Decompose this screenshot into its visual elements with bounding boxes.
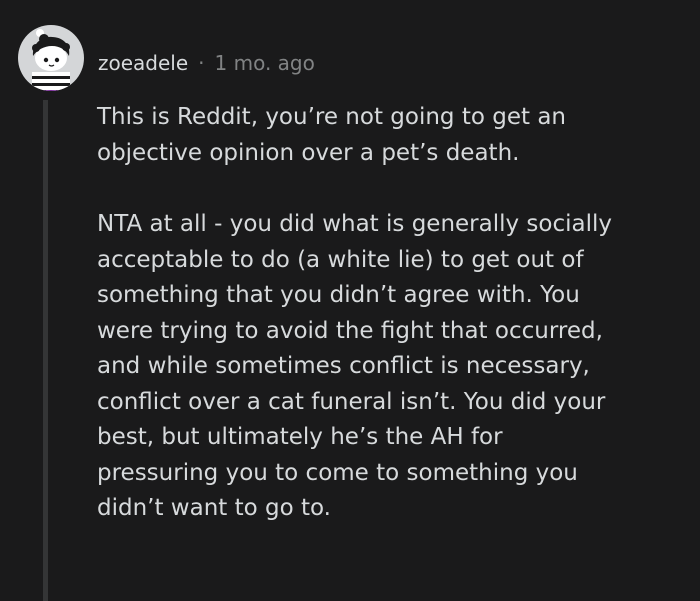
comment-body: This is Reddit, you’re not going to get … <box>97 100 687 527</box>
comment: zoeadele · 1 mo. ago This is Reddit, you… <box>0 0 700 601</box>
comment-paragraph: NTA at all - you did what is generally s… <box>97 211 613 521</box>
meta-separator: · <box>198 51 205 75</box>
comment-timestamp[interactable]: 1 mo. ago <box>215 51 315 75</box>
user-avatar-icon[interactable] <box>16 14 86 104</box>
username-link[interactable]: zoeadele <box>98 51 188 75</box>
comment-paragraph: This is Reddit, you’re not going to get … <box>97 104 566 166</box>
comment-meta: zoeadele · 1 mo. ago <box>98 48 315 78</box>
thread-collapse-line[interactable] <box>43 100 48 601</box>
